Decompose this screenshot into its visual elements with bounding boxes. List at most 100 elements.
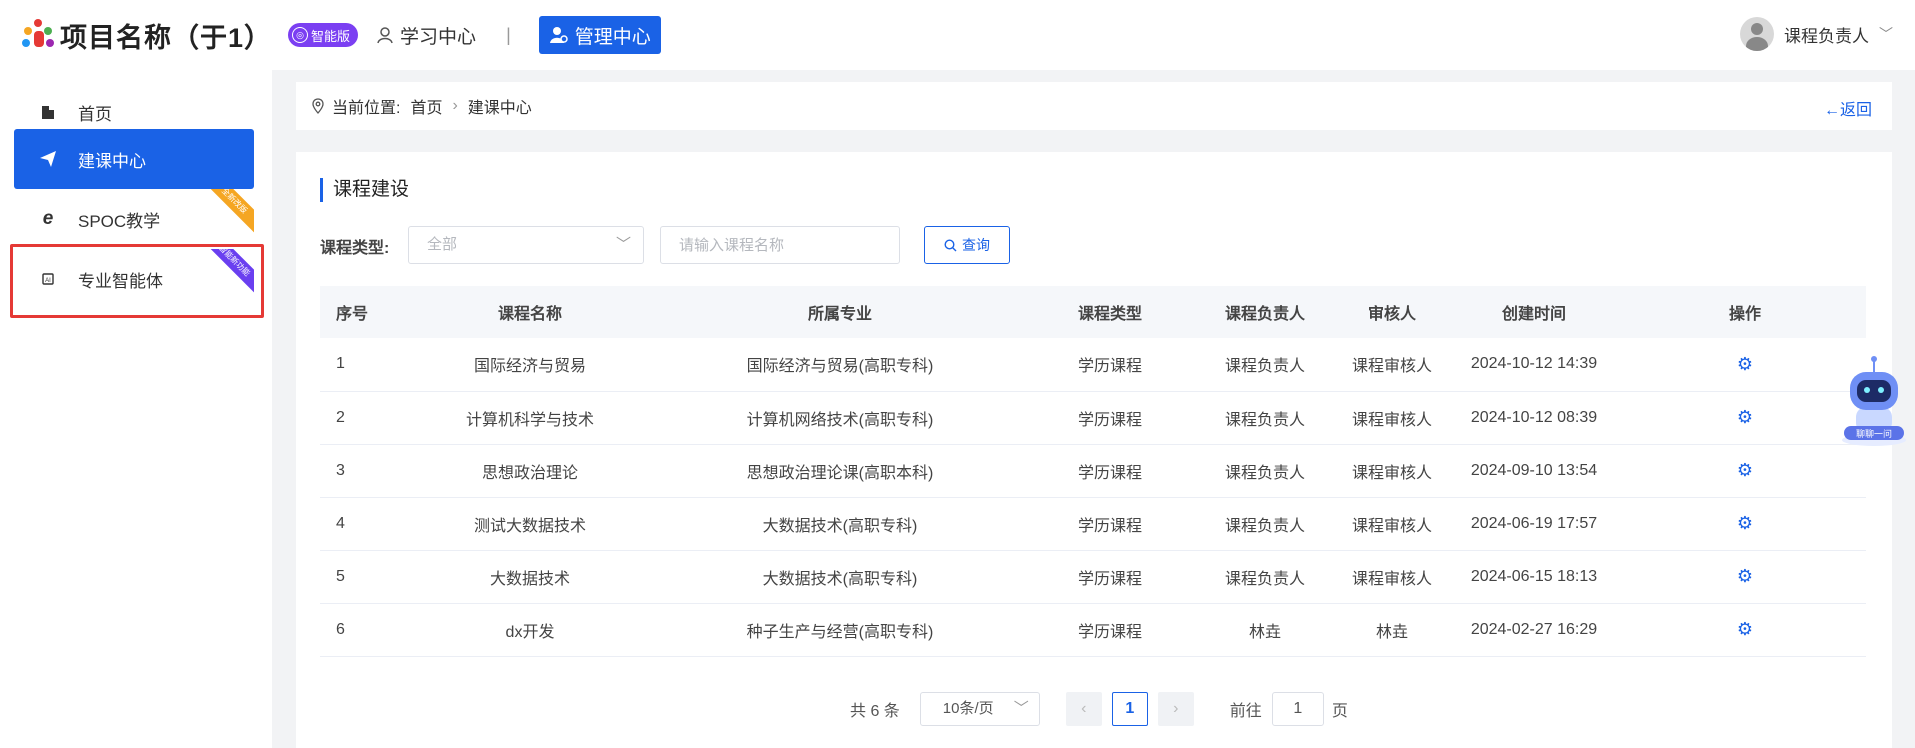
cell-major: 国际经济与贸易(高职专科): [746, 358, 934, 376]
section-title: 课程建设: [320, 178, 409, 202]
col-header: 序号: [336, 306, 369, 323]
cell-course-type: 学历课程: [1077, 411, 1142, 429]
table-row: 5 大数据技术 大数据技术(高职专科) 学历课程 课程负责人 课程审核人 202…: [320, 550, 1866, 603]
ai-edition-badge: ◎ 智能版: [288, 23, 359, 47]
cell-index: 1: [336, 355, 345, 373]
settings-gear-icon[interactable]: ⚙: [1624, 444, 1866, 497]
table-row: 4 测试大数据技术 大数据技术(高职专科) 学历课程 课程负责人 课程审核人 2…: [320, 497, 1866, 550]
cell-created-time: 2024-02-27 16:29: [1470, 620, 1598, 638]
nav-separator: |: [506, 24, 511, 45]
ai-badge-icon: ◎: [292, 27, 309, 43]
cell-index: 3: [336, 461, 345, 479]
cell-created-time: 2024-09-10 13:54: [1470, 461, 1598, 479]
chevron-right-icon: ›: [1173, 700, 1179, 717]
cell-course-type: 学历课程: [1077, 517, 1142, 535]
sidebar-item-spoc[interactable]: e SPOC教学 全新改版: [14, 189, 254, 249]
cell-owner: 课程负责人: [1224, 358, 1305, 376]
cell-major: 思想政治理论课(高职本科): [746, 464, 934, 482]
cell-course-name: 测试大数据技术: [473, 517, 586, 535]
cell-major: 种子生产与经营(高职专科): [746, 623, 934, 641]
query-button-label: 查询: [962, 237, 990, 253]
col-header: 所属专业: [807, 306, 872, 323]
cell-reviewer: 林垚: [1375, 623, 1408, 641]
project-logo-icon: [20, 17, 56, 53]
cell-reviewer: 课程审核人: [1351, 411, 1432, 429]
cell-course-type: 学历课程: [1077, 464, 1142, 482]
chevron-right-icon: ›: [452, 97, 458, 114]
page-number-button[interactable]: 1: [1111, 692, 1148, 726]
page-size-select[interactable]: 10条/页 ﹀: [919, 692, 1040, 726]
cell-course-type: 学历课程: [1077, 358, 1142, 376]
goto-suffix: 页: [1331, 703, 1348, 720]
settings-gear-icon[interactable]: ⚙: [1624, 391, 1866, 444]
cell-reviewer: 课程审核人: [1351, 570, 1432, 588]
course-name-search-input[interactable]: [660, 226, 900, 264]
sidebar-item-course-building[interactable]: 建课中心: [14, 129, 254, 189]
select-value: 全部: [427, 236, 458, 253]
breadcrumb-home[interactable]: 首页: [410, 94, 442, 118]
pagination: 共 6 条 10条/页 ﹀ ‹ 1 › 前往 1 页: [850, 692, 1348, 726]
next-page-button[interactable]: ›: [1157, 692, 1194, 726]
cell-course-type: 学历课程: [1077, 623, 1142, 641]
table-row: 1 国际经济与贸易 国际经济与贸易(高职专科) 学历课程 课程负责人 课程审核人…: [320, 338, 1866, 391]
cell-reviewer: 课程审核人: [1351, 464, 1432, 482]
cell-course-name: 国际经济与贸易: [473, 358, 586, 376]
col-header: 课程负责人: [1224, 306, 1305, 323]
new-ribbon-badge: 全新改版: [198, 189, 254, 237]
cell-course-type: 学历课程: [1077, 570, 1142, 588]
col-header: 课程名称: [497, 306, 562, 323]
user-name: 课程负责人: [1784, 26, 1869, 46]
col-header: 审核人: [1367, 306, 1416, 323]
assistant-label: 聊聊一问: [1856, 428, 1892, 439]
breadcrumb: 当前位置: 首页 › 建课中心 ←返回: [296, 82, 1892, 130]
table-row: 2 计算机科学与技术 计算机网络技术(高职专科) 学历课程 课程负责人 课程审核…: [320, 391, 1866, 444]
cell-index: 6: [336, 620, 345, 638]
sidebar-item-label: 首页: [78, 104, 112, 124]
filter-label: 课程类型:: [320, 240, 390, 257]
cell-course-name: 大数据技术: [489, 570, 570, 588]
main-card: 课程建设 课程类型: 全部 ﹀ 查询 序号 课程名称 所属专业 课程类型 课程负…: [296, 152, 1892, 748]
page-size-value: 10条/页: [942, 700, 994, 717]
search-icon: [944, 238, 957, 251]
cell-index: 5: [336, 567, 345, 585]
prev-page-button[interactable]: ‹: [1065, 692, 1102, 726]
cell-created-time: 2024-10-12 08:39: [1470, 408, 1598, 426]
cell-created-time: 2024-10-12 14:39: [1470, 355, 1598, 373]
settings-gear-icon[interactable]: ⚙: [1624, 550, 1866, 603]
back-link[interactable]: ←返回: [1824, 96, 1872, 120]
settings-gear-icon[interactable]: ⚙: [1624, 338, 1866, 391]
cell-created-time: 2024-06-15 18:13: [1470, 567, 1598, 585]
cell-reviewer: 课程审核人: [1351, 358, 1432, 376]
top-header: 项目名称（于1） ◎ 智能版 学习中心 | 管理中心 课程负责人 ﹀: [0, 0, 1915, 70]
chevron-down-icon: ﹀: [1013, 700, 1029, 717]
cell-owner: 课程负责人: [1224, 517, 1305, 535]
cell-course-name: 思想政治理论: [481, 464, 578, 482]
cell-major: 大数据技术(高职专科): [762, 517, 918, 535]
ai-assistant-robot-icon[interactable]: 聊聊一问: [1834, 352, 1914, 452]
sidebar: 首页 建课中心 e SPOC教学 全新改版 AI 专业智能体 智能新功能: [0, 70, 272, 748]
nav-manage-center[interactable]: 管理中心: [538, 16, 661, 54]
breadcrumb-current: 建课中心: [467, 100, 532, 117]
location-pin-icon: [312, 98, 324, 114]
cell-major: 大数据技术(高职专科): [762, 570, 918, 588]
cell-owner: 课程负责人: [1224, 464, 1305, 482]
goto-page-input[interactable]: 1: [1271, 692, 1324, 726]
cell-reviewer: 课程审核人: [1351, 517, 1432, 535]
nav-learn-center[interactable]: 学习中心: [376, 22, 476, 49]
sidebar-item-label: SPOC教学: [78, 211, 161, 231]
user-menu[interactable]: 课程负责人 ﹀: [1740, 17, 1893, 51]
query-button[interactable]: 查询: [924, 226, 1010, 264]
settings-gear-icon[interactable]: ⚙: [1624, 497, 1866, 550]
sidebar-item-label: 建课中心: [78, 151, 146, 171]
pagination-total: 共 6 条: [850, 703, 900, 720]
cell-course-name: dx开发: [505, 623, 555, 641]
cell-course-name: 计算机科学与技术: [465, 411, 594, 429]
course-type-select[interactable]: 全部 ﹀: [408, 226, 644, 264]
chevron-left-icon: ‹: [1081, 700, 1087, 717]
learner-icon: [377, 27, 393, 44]
admin-user-icon: [549, 27, 568, 43]
nav-learn-label: 学习中心: [400, 26, 477, 48]
table-row: 6 dx开发 种子生产与经营(高职专科) 学历课程 林垚 林垚 2024-02-…: [320, 603, 1866, 656]
course-table: 序号 课程名称 所属专业 课程类型 课程负责人 审核人 创建时间 操作 1 国际…: [320, 286, 1866, 657]
settings-gear-icon[interactable]: ⚙: [1624, 603, 1866, 656]
